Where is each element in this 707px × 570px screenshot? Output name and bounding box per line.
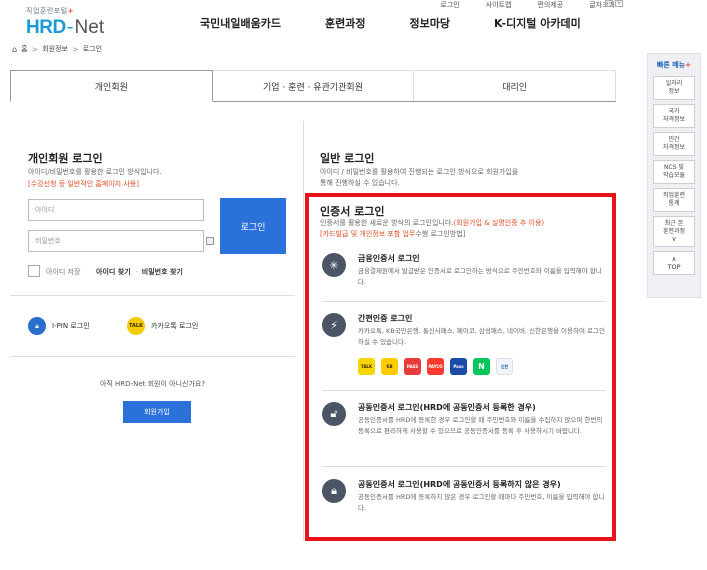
personal-login-note: [수강신청 등 일반적인 홈페이지 사용] <box>28 180 139 188</box>
util-sitemap-link[interactable]: 사이트맵 <box>486 0 512 10</box>
nav-item-info[interactable]: 정보마당 <box>409 15 449 31</box>
tab-agent[interactable]: 대리인 <box>414 70 617 101</box>
kakao-app-icon[interactable]: TALK <box>358 358 375 375</box>
logo-subtitle: 직업훈련포털+ <box>26 7 75 15</box>
naver-app-icon[interactable]: N <box>473 358 490 375</box>
find-password-link[interactable]: 비밀번호 찾기 <box>142 268 183 276</box>
quick-menu: 빠른 메뉴+ 일자리 정보 국가 자격정보 민간 자격정보 NCS 및 학습모듈 직업훈… <box>647 53 701 298</box>
divider <box>322 301 606 302</box>
font-size-controls: - + <box>605 0 623 7</box>
item-desc: 카카오톡, KB국민은행, 통신사패스, 페이코, 삼성패스, 네이버, 신한은… <box>358 327 605 346</box>
kakao-talk-icon: TALK <box>127 317 145 335</box>
breadcrumb-separator: > <box>72 44 79 54</box>
tab-personal[interactable]: 개인회원 <box>10 70 213 102</box>
quick-menu-title: 빠른 메뉴+ <box>656 61 692 69</box>
save-id-label: 아이디 저장 <box>46 268 81 276</box>
item-desc: 공동인증서를 HRD에 등록하지 않은 경우 로그인할 때마다 주민번호, 이름… <box>358 493 605 512</box>
simple-auth-login[interactable]: ⚡︎ 간편인증 로그인 카카오톡, KB국민은행, 통신사패스, 페이코, 삼성… <box>322 313 606 358</box>
scroll-top-button[interactable]: ∧ TOP <box>653 251 695 275</box>
item-title: 공동인증서 로그인(HRD에 공동인증서 등록한 경우) <box>358 403 536 412</box>
font-minus-button[interactable]: - <box>605 0 613 7</box>
general-login-desc2: 통해 진행하실 수 있습니다. <box>320 179 400 187</box>
samsung-pass-app-icon[interactable]: Pass <box>450 358 467 375</box>
cert-login-title: 인증서 로그인 <box>320 205 385 218</box>
item-desc: 공동인증서를 HRD에 등록한 경우 로그인할 때 주민번호와 이름을 수집하지… <box>358 416 603 435</box>
utility-links: 로그인 사이트맵 편의제공 글자크기 <box>440 0 615 10</box>
save-id-checkbox[interactable] <box>28 265 40 277</box>
kakao-login-label: 카카오톡 로그인 <box>151 322 199 330</box>
quick-item-national-cert[interactable]: 국가 자격정보 <box>653 104 695 128</box>
main-navigation: 국민내일배움카드 훈련과정 정보마당 K-디지털 아카데미 <box>200 15 625 31</box>
payco-app-icon[interactable]: PAYCO <box>427 358 444 375</box>
item-desc: 금융결제원에서 발급받은 인증서로 로그인하는 방식으로 주민번호와 이름을 입… <box>358 267 602 286</box>
util-accessibility-link[interactable]: 편의제공 <box>537 0 563 10</box>
login-button[interactable]: 로그인 <box>220 198 286 254</box>
quick-item-private-cert[interactable]: 민간 자격정보 <box>653 132 695 156</box>
quick-item-jobs[interactable]: 일자리 정보 <box>653 76 695 100</box>
join-button[interactable]: 회원가입 <box>123 401 191 423</box>
item-title: 금융인증서 로그인 <box>358 254 420 263</box>
breadcrumb-home[interactable]: 홈 <box>21 44 27 54</box>
breadcrumb: ⌂ 홈 > 회원정보 > 로그인 <box>12 44 102 54</box>
util-login-link[interactable]: 로그인 <box>440 0 459 10</box>
breadcrumb-login[interactable]: 로그인 <box>83 44 102 54</box>
kb-bank-app-icon[interactable]: KB <box>381 358 398 375</box>
logo-wordmark: HRD - Net <box>26 16 105 38</box>
nav-item-kdigital[interactable]: K-디지털 아카데미 <box>494 15 581 31</box>
ipin-login-label: I-PIN 로그인 <box>52 322 90 330</box>
financial-cert-login[interactable]: ✳ 금융인증서 로그인 금융결제원에서 발급받은 인증서로 로그인하는 방식으로… <box>322 253 606 298</box>
item-title: 공동인증서 로그인(HRD에 공동인증서 등록하지 않은 경우) <box>358 480 561 489</box>
pass-app-icon[interactable]: PASS <box>404 358 421 375</box>
find-id-link[interactable]: 아이디 찾기 <box>96 268 131 276</box>
divider <box>10 295 295 296</box>
lock-icon: 🔒︎ <box>28 317 46 335</box>
chevron-down-icon[interactable]: ∨ <box>671 235 676 243</box>
home-icon[interactable]: ⌂ <box>12 45 17 54</box>
unlocked-padlock-icon: 🔓︎ <box>322 402 346 426</box>
cert-login-desc: 인증서를 활용한 새로운 방식의 로그인입니다.(회원가입 & 실명인증 추 이… <box>320 219 545 227</box>
divider <box>322 466 606 467</box>
kakao-login-button[interactable]: TALK 카카오톡 로그인 <box>127 317 198 335</box>
ipin-login-button[interactable]: 🔒︎ I-PIN 로그인 <box>28 317 90 335</box>
font-plus-button[interactable]: + <box>615 0 623 7</box>
find-links: 아이디 찾기 · 비밀번호 찾기 <box>96 267 183 277</box>
cert-login-desc2: [카드발급 및 개인정보 포함 업무수행 로그인방법] <box>320 230 466 238</box>
virtual-keyboard-icon[interactable] <box>206 237 214 245</box>
item-title: 간편인증 로그인 <box>358 314 413 323</box>
lightning-icon: ⚡︎ <box>322 313 346 337</box>
simple-auth-provider-icons: TALK KB PASS PAYCO Pass N 신한 <box>358 358 513 375</box>
breadcrumb-separator: > <box>31 44 39 54</box>
shinhan-app-icon[interactable]: 신한 <box>496 358 513 375</box>
site-logo[interactable]: 직업훈련포털+ HRD - Net <box>26 6 104 39</box>
snowflake-icon: ✳ <box>322 253 346 277</box>
quick-item-statistics[interactable]: 직업훈련 통계 <box>653 188 695 212</box>
joint-cert-registered-login[interactable]: 🔓︎ 공동인증서 로그인(HRD에 공동인증서 등록한 경우) 공동인증서를 H… <box>322 402 606 457</box>
general-login-desc1: 아이디 / 비밀번호를 활용하여 진행되는 로그인 방식으로 회원가입을 <box>320 168 519 176</box>
personal-login-title: 개인회원 로그인 <box>28 152 103 165</box>
quick-item-recent-courses[interactable]: 최근 본 훈련과정 ∨ <box>653 216 695 247</box>
tab-business[interactable]: 기업 · 훈련 · 유관기관회원 <box>212 70 415 101</box>
divider <box>322 390 606 391</box>
nav-item-courses[interactable]: 훈련과정 <box>325 15 365 31</box>
quick-item-ncs[interactable]: NCS 및 학습모듈 <box>653 160 695 184</box>
joint-cert-unregistered-login[interactable]: 🔒︎ 공동인증서 로그인(HRD에 공동인증서 등록하지 않은 경우) 공동인증… <box>322 479 606 519</box>
find-separator: · <box>135 268 138 276</box>
password-input[interactable]: 비밀번호 <box>28 230 204 252</box>
member-type-tabs: 개인회원 기업 · 훈련 · 유관기관회원 대리인 <box>10 70 617 102</box>
general-login-title: 일반 로그인 <box>320 152 375 165</box>
breadcrumb-member[interactable]: 회원정보 <box>42 44 68 54</box>
personal-login-desc: 아이디/비밀번호를 활용한 로그인 방식입니다. <box>28 168 162 176</box>
id-input[interactable]: 아이디 <box>28 199 204 221</box>
padlock-icon: 🔒︎ <box>322 479 346 503</box>
divider <box>10 356 295 357</box>
not-member-text: 아직 HRD-Net 회원이 아니신가요? <box>99 380 206 388</box>
chevron-up-icon: ∧ <box>671 255 677 263</box>
column-divider <box>303 121 304 541</box>
nav-item-card[interactable]: 국민내일배움카드 <box>200 15 281 31</box>
